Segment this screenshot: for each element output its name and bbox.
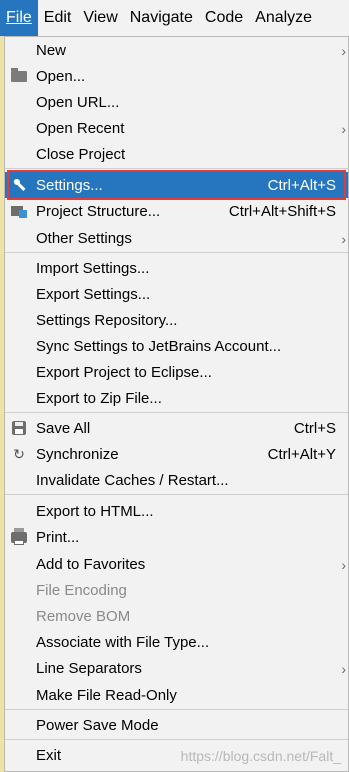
menu-separator bbox=[5, 739, 348, 740]
menu-item-label: Open Recent bbox=[36, 119, 125, 137]
menu-item-label: Close Project bbox=[36, 145, 126, 163]
menu-item-sync-settings[interactable]: Sync Settings to JetBrains Account... bbox=[5, 333, 348, 359]
menu-item-label: Exit bbox=[36, 746, 62, 764]
menu-item-export-settings[interactable]: Export Settings... bbox=[5, 281, 348, 307]
menu-separator bbox=[5, 252, 348, 253]
menu-item-export-html[interactable]: Export to HTML... bbox=[5, 498, 348, 524]
menu-navigate[interactable]: Navigate bbox=[124, 0, 199, 36]
menu-item-shortcut: Ctrl+Alt+Y bbox=[267, 445, 336, 463]
menu-separator bbox=[5, 709, 348, 710]
menu-item-open-recent[interactable]: Open Recent › bbox=[5, 115, 348, 141]
menu-item-label: Add to Favorites bbox=[36, 555, 146, 573]
menu-item-settings-repository[interactable]: Settings Repository... bbox=[5, 307, 348, 333]
menu-item-add-favorites[interactable]: Add to Favorites › bbox=[5, 551, 348, 577]
menu-analyze-label: Analyze bbox=[255, 9, 313, 26]
menu-item-make-read-only[interactable]: Make File Read-Only bbox=[5, 682, 348, 708]
menu-item-label: Line Separators bbox=[36, 659, 142, 677]
menu-item-shortcut: Ctrl+Alt+Shift+S bbox=[228, 202, 336, 220]
menu-item-label: Power Save Mode bbox=[36, 716, 159, 734]
menu-item-open-url[interactable]: Open URL... bbox=[5, 89, 348, 115]
menu-item-invalidate-caches[interactable]: Invalidate Caches / Restart... bbox=[5, 467, 348, 493]
menu-code[interactable]: Code bbox=[199, 0, 249, 36]
menu-item-open[interactable]: Open... bbox=[5, 63, 348, 89]
menu-item-label: Settings Repository... bbox=[36, 311, 178, 329]
submenu-arrow-icon: › bbox=[341, 121, 346, 137]
menu-item-remove-bom: Remove BOM bbox=[5, 603, 348, 629]
printer-icon bbox=[10, 527, 28, 546]
menu-file[interactable]: File bbox=[0, 0, 38, 36]
menu-item-label: Make File Read-Only bbox=[36, 686, 177, 704]
highlight-annotation bbox=[7, 170, 346, 200]
menu-item-export-zip[interactable]: Export to Zip File... bbox=[5, 385, 348, 411]
menu-item-label: Invalidate Caches / Restart... bbox=[36, 471, 229, 489]
sync-icon: ↻ bbox=[13, 445, 25, 462]
menu-item-label: Export to Zip File... bbox=[36, 389, 162, 407]
menu-item-label: File Encoding bbox=[36, 581, 127, 599]
save-icon bbox=[10, 419, 28, 437]
menu-item-label: Save All bbox=[36, 419, 91, 437]
folder-open-icon bbox=[10, 67, 28, 85]
menu-view[interactable]: View bbox=[77, 0, 123, 36]
menu-item-label: Remove BOM bbox=[36, 607, 131, 625]
menu-item-label: Import Settings... bbox=[36, 259, 150, 277]
menu-edit-label: Edit bbox=[43, 9, 72, 26]
menu-item-file-encoding: File Encoding bbox=[5, 577, 348, 603]
watermark-text: https://blog.csdn.net/Falt_ bbox=[180, 748, 341, 764]
menu-item-label: Associate with File Type... bbox=[36, 633, 210, 651]
menu-item-export-eclipse[interactable]: Export Project to Eclipse... bbox=[5, 359, 348, 385]
menu-item-new[interactable]: New › bbox=[5, 37, 348, 63]
menu-item-associate-file-type[interactable]: Associate with File Type... bbox=[5, 629, 348, 655]
submenu-arrow-icon: › bbox=[341, 231, 346, 247]
menu-separator bbox=[5, 412, 348, 413]
menu-analyze[interactable]: Analyze bbox=[249, 0, 318, 36]
menu-navigate-label: Navigate bbox=[129, 9, 193, 26]
menu-item-label: Export Settings... bbox=[36, 285, 151, 303]
menu-item-synchronize[interactable]: ↻ Synchronize Ctrl+Alt+Y bbox=[5, 441, 348, 467]
menu-item-save-all[interactable]: Save All Ctrl+S bbox=[5, 415, 348, 441]
menu-item-close-project[interactable]: Close Project bbox=[5, 141, 348, 167]
menu-item-label: Sync Settings to JetBrains Account... bbox=[36, 337, 282, 355]
menu-separator bbox=[5, 494, 348, 495]
menu-bar: File Edit View Navigate Code Analyze bbox=[0, 0, 349, 37]
menu-item-line-separators[interactable]: Line Separators › bbox=[5, 655, 348, 681]
submenu-arrow-icon: › bbox=[341, 661, 346, 677]
menu-edit[interactable]: Edit bbox=[38, 0, 78, 36]
project-structure-icon bbox=[10, 202, 28, 220]
menu-item-label: Export to HTML... bbox=[36, 502, 154, 520]
file-menu-dropdown: New › Open... Open URL... Open Recent › … bbox=[4, 36, 349, 772]
menu-item-label: Print... bbox=[36, 528, 80, 546]
menu-file-label: File bbox=[6, 9, 32, 26]
menu-item-label: Export Project to Eclipse... bbox=[36, 363, 212, 381]
menu-item-label: Synchronize bbox=[36, 445, 119, 463]
menu-item-print[interactable]: Print... bbox=[5, 524, 348, 550]
menu-item-shortcut: Ctrl+S bbox=[293, 419, 336, 437]
menu-item-project-structure[interactable]: Project Structure... Ctrl+Alt+Shift+S bbox=[5, 198, 348, 224]
menu-item-other-settings[interactable]: Other Settings › bbox=[5, 225, 348, 251]
menu-view-label: View bbox=[83, 9, 118, 26]
menu-item-label: Open... bbox=[36, 67, 86, 85]
menu-item-import-settings[interactable]: Import Settings... bbox=[5, 255, 348, 281]
menu-separator bbox=[5, 168, 348, 169]
menu-item-label: Open URL... bbox=[36, 93, 120, 111]
menu-item-label: Other Settings bbox=[36, 229, 132, 247]
menu-item-label: Project Structure... bbox=[36, 202, 161, 220]
submenu-arrow-icon: › bbox=[341, 557, 346, 573]
submenu-arrow-icon: › bbox=[341, 43, 346, 59]
menu-item-power-save[interactable]: Power Save Mode bbox=[5, 712, 348, 738]
menu-code-label: Code bbox=[204, 9, 244, 26]
menu-item-label: New bbox=[36, 41, 67, 59]
